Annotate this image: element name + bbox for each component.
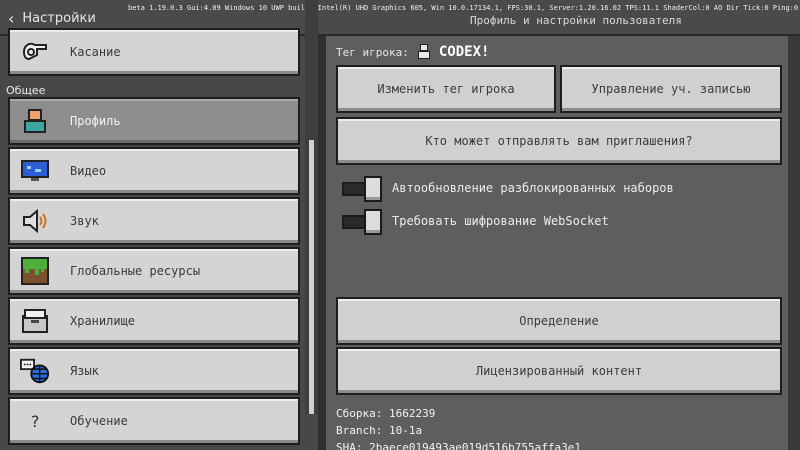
back-label: Настройки bbox=[22, 10, 96, 26]
sidebar-item-label: Язык bbox=[70, 364, 99, 378]
sidebar-item-label: Обучение bbox=[70, 414, 128, 428]
manage-account-button[interactable]: Управление уч. записью bbox=[560, 65, 782, 113]
back-button[interactable]: ‹ Настройки bbox=[8, 7, 96, 29]
sidebar-item-label: Профиль bbox=[70, 114, 121, 128]
sha-hash: SHA: 2baece019493ae019d516b755affa3e1 bbox=[336, 441, 582, 450]
sidebar-item-storage[interactable]: Хранилище bbox=[8, 297, 300, 345]
toggle-auto-update-packs: Автообновление разблокированных наборов bbox=[340, 175, 674, 202]
content-scrollbar[interactable] bbox=[788, 36, 800, 450]
sidebar-item-label: Касание bbox=[70, 45, 121, 59]
chevron-left-icon: ‹ bbox=[8, 8, 15, 28]
gamertag-label: Тег игрока: bbox=[336, 45, 409, 59]
panel-divider bbox=[318, 36, 326, 450]
sidebar-item-sound[interactable]: Звук bbox=[8, 197, 300, 245]
sidebar-item-touch[interactable]: Касание bbox=[8, 28, 300, 76]
touch-icon bbox=[20, 37, 50, 67]
build-number: Сборка: 1662239 bbox=[336, 407, 436, 420]
build-info: Сборка: 1662239 Branch: 10-1a SHA: 2baec… bbox=[336, 405, 581, 450]
change-gamertag-button[interactable]: Изменить тег игрока bbox=[336, 65, 556, 113]
gamertag-value: CODEX! bbox=[438, 44, 490, 60]
page-title: Профиль и настройки пользователя bbox=[470, 14, 682, 27]
gamertag-row: Тег игрока: CODEX! bbox=[336, 42, 489, 62]
invites-button[interactable]: Кто может отправлять вам приглашения? bbox=[336, 117, 782, 165]
speaker-icon bbox=[20, 206, 50, 236]
branch-name: Branch: 10-1a bbox=[336, 424, 423, 437]
question-icon: ? bbox=[30, 411, 40, 431]
toggle-label: Автообновление разблокированных наборов bbox=[392, 181, 674, 195]
toggle-label: Требовать шифрование WebSocket bbox=[392, 214, 609, 228]
grass-block-icon bbox=[20, 256, 50, 286]
sidebar-item-label: Хранилище bbox=[70, 314, 136, 328]
toggle-require-websocket-encryption: Требовать шифрование WebSocket bbox=[340, 208, 609, 235]
sidebar-item-label: Глобальные ресурсы bbox=[70, 264, 201, 278]
section-label-general: Общее bbox=[6, 84, 46, 97]
build-debug-info: beta 1.19.0.3 Gui:4.09 Windows 10 UWP bu… bbox=[128, 4, 799, 12]
monitor-icon bbox=[20, 156, 50, 186]
sidebar-scroll-thumb[interactable] bbox=[309, 140, 314, 414]
sidebar-item-label: Видео bbox=[70, 164, 107, 178]
sidebar-item-tutorial[interactable]: ? Обучение bbox=[8, 397, 300, 445]
definition-button[interactable]: Определение bbox=[336, 297, 782, 345]
auto-update-packs-switch[interactable] bbox=[340, 176, 384, 202]
storage-icon bbox=[20, 306, 50, 336]
sidebar-item-label: Звук bbox=[70, 214, 99, 228]
person-icon bbox=[417, 44, 431, 60]
licensed-content-button[interactable]: Лицензированный контент bbox=[336, 347, 782, 395]
sidebar-item-language[interactable]: Язык bbox=[8, 347, 300, 395]
sidebar-item-global-resources[interactable]: Глобальные ресурсы bbox=[8, 247, 300, 295]
sidebar-item-profile[interactable]: Профиль bbox=[8, 97, 300, 145]
sidebar-item-video[interactable]: Видео bbox=[8, 147, 300, 195]
websocket-encryption-switch[interactable] bbox=[340, 209, 384, 235]
language-icon bbox=[20, 356, 50, 386]
profile-icon bbox=[20, 106, 50, 136]
